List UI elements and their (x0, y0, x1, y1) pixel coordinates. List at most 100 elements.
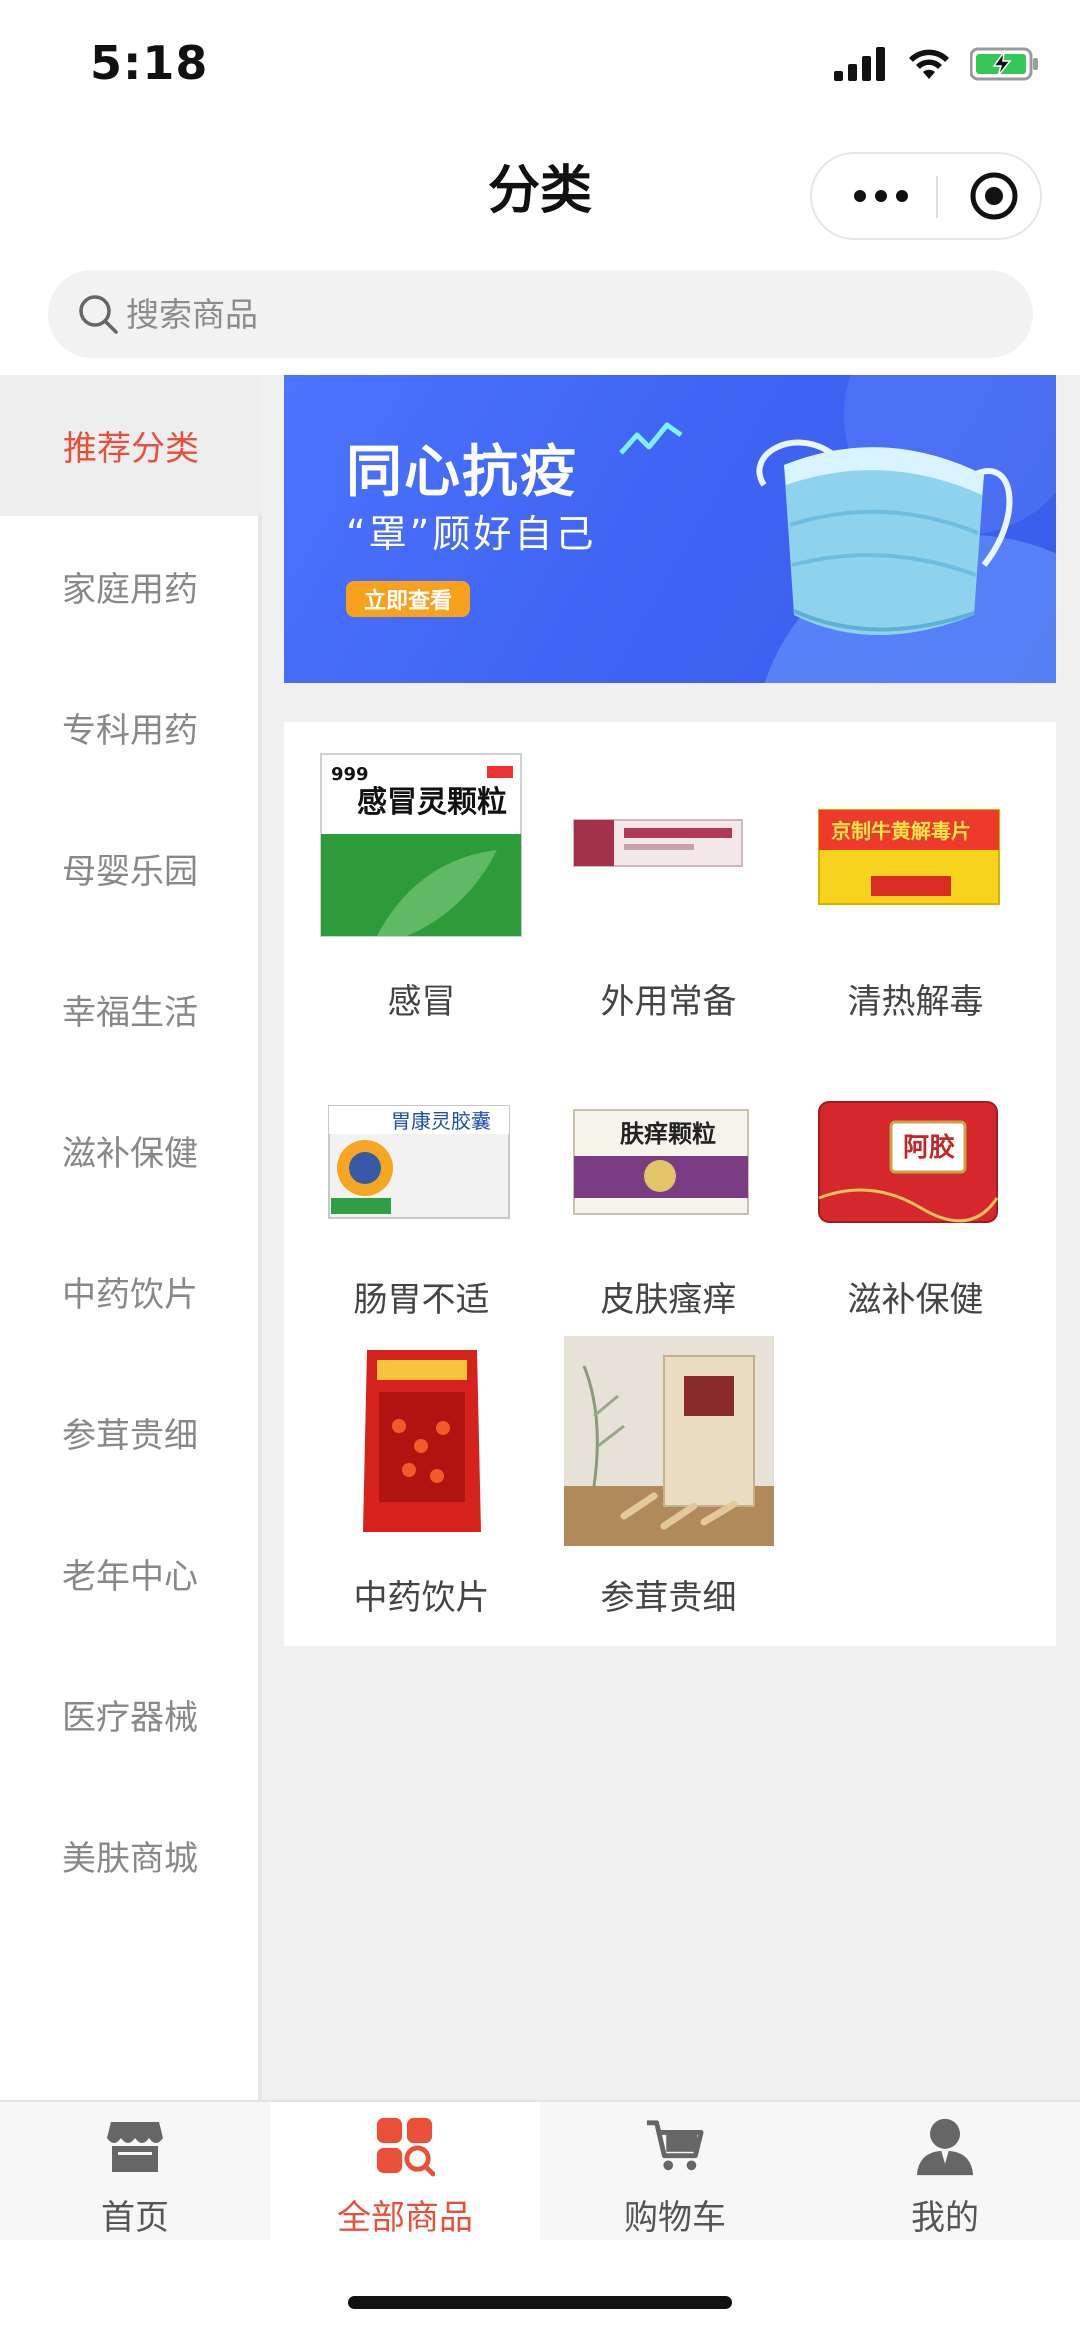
search-box[interactable] (48, 270, 1033, 358)
category-search-icon (375, 2116, 435, 2177)
product-image: 肤痒颗粒 (564, 1048, 774, 1238)
zigzag-decor-icon (619, 422, 683, 455)
box-brand: 999 (331, 764, 369, 785)
sidebar-item-label: 中药饮片 (62, 1275, 198, 1315)
category-item-heat-detox[interactable]: 京制牛黄解毒片 清热解毒 (793, 722, 1038, 1022)
product-image: 京制牛黄解毒片 (811, 750, 1021, 940)
sidebar-item-ginseng-antler[interactable]: 参茸贵细 (0, 1362, 260, 1503)
category-label: 皮肤瘙痒 (600, 1280, 737, 1320)
promo-banner[interactable]: 同心抗疫 “罩”顾好自己 立即查看 (284, 375, 1056, 683)
sidebar-item-label: 老年中心 (62, 1557, 198, 1597)
box-text: 肤痒颗粒 (620, 1120, 716, 1148)
goji-bag-icon (363, 1350, 481, 1532)
category-label: 外用常备 (600, 982, 737, 1022)
product-image: 999 感冒灵颗粒 (317, 750, 527, 940)
category-item-cold[interactable]: 999 感冒灵颗粒 感冒 (299, 722, 544, 1022)
store-icon (105, 2116, 165, 2176)
nav-bar: 分类 (0, 110, 1080, 260)
more-dot-icon (875, 190, 887, 202)
tab-label: 首页 (101, 2198, 169, 2238)
sidebar-edge (258, 515, 262, 2100)
bottom-tab-bar: 首页 全部商品 购物车 我的 (0, 2100, 1080, 2242)
tab-cart[interactable]: 购物车 (540, 2102, 810, 2242)
category-item-ginseng[interactable]: 参茸贵细 (546, 1318, 791, 1618)
box-text: 京制牛黄解毒片 (831, 819, 971, 843)
search-icon (79, 295, 118, 334)
category-sidebar: 推荐分类 家庭用药 专科用药 母婴乐园 幸福生活 滋补保健 中药饮片 参茸贵细 … (0, 375, 262, 2100)
banner-title: 同心抗疫 (346, 440, 578, 505)
more-dot-icon (896, 190, 908, 202)
banner-view-button[interactable]: 立即查看 (346, 581, 470, 617)
category-grid: 999 感冒灵颗粒 感冒 外用常备 京制牛黄解毒片 清热解毒 胃康灵胶囊 肠胃不… (284, 722, 1056, 1646)
search-section (0, 260, 1080, 375)
sidebar-item-herbal-pieces[interactable]: 中药饮片 (0, 1221, 260, 1362)
skin-granule-box-icon: 肤痒颗粒 (573, 1109, 749, 1215)
tab-label: 全部商品 (337, 2198, 473, 2238)
product-image (564, 750, 774, 940)
box-text: 阿胶 (903, 1132, 955, 1163)
category-label: 清热解毒 (847, 982, 984, 1022)
category-item-tonic[interactable]: 阿胶 滋补保健 (793, 1020, 1038, 1320)
close-mini-program-button[interactable] (952, 154, 1036, 238)
sidebar-item-label: 专科用药 (62, 711, 198, 751)
home-indicator-area (0, 2240, 1080, 2339)
sidebar-item-medical-devices[interactable]: 医疗器械 (0, 1644, 260, 1785)
sidebar-item-happy-life[interactable]: 幸福生活 (0, 939, 260, 1080)
box-text: 胃康灵胶囊 (391, 1109, 491, 1133)
sidebar-item-label: 家庭用药 (62, 570, 198, 610)
mini-program-capsule (810, 152, 1042, 240)
sidebar-item-elderly-center[interactable]: 老年中心 (0, 1503, 260, 1644)
tab-me[interactable]: 我的 (810, 2102, 1080, 2242)
face-mask-icon (756, 439, 1013, 635)
category-label: 滋补保健 (847, 1280, 984, 1320)
more-dot-icon (854, 190, 866, 202)
category-label: 参茸贵细 (600, 1578, 737, 1618)
product-image (564, 1336, 774, 1546)
search-input[interactable] (126, 294, 726, 334)
tab-all-products[interactable]: 全部商品 (270, 2102, 540, 2242)
sidebar-item-label: 美肤商城 (62, 1839, 198, 1879)
category-label: 中药饮片 (353, 1578, 490, 1618)
battery-charging-icon (970, 47, 1038, 81)
signal-icon (834, 47, 885, 81)
product-image (317, 1346, 527, 1536)
sidebar-item-beauty-mall[interactable]: 美肤商城 (0, 1785, 260, 1926)
target-icon (970, 172, 1018, 220)
category-item-stomach[interactable]: 胃康灵胶囊 肠胃不适 (299, 1020, 544, 1320)
category-item-external-use[interactable]: 外用常备 (546, 722, 791, 1022)
tab-label: 购物车 (624, 2198, 726, 2238)
more-button[interactable] (836, 154, 926, 238)
banner-subtitle: “罩”顾好自己 (346, 512, 597, 556)
product-image: 阿胶 (811, 1048, 1021, 1238)
sidebar-item-label: 滋补保健 (62, 1134, 198, 1174)
category-item-skin-itch[interactable]: 肤痒颗粒 皮肤瘙痒 (546, 1020, 791, 1320)
status-icons (834, 42, 1040, 86)
status-time: 5:18 (90, 36, 209, 90)
ointment-box-icon (573, 819, 743, 867)
tab-home[interactable]: 首页 (0, 2102, 270, 2242)
sidebar-item-label: 医疗器械 (62, 1698, 198, 1738)
detox-tablet-box-icon: 京制牛黄解毒片 (818, 809, 1000, 905)
sidebar-item-mother-baby[interactable]: 母婴乐园 (0, 798, 260, 939)
category-item-herbal-pieces[interactable]: 中药饮片 (299, 1318, 544, 1618)
capsule-divider (936, 176, 938, 218)
stomach-capsule-box-icon: 胃康灵胶囊 (328, 1105, 510, 1219)
home-indicator[interactable] (348, 2296, 732, 2309)
product-image: 胃康灵胶囊 (317, 1048, 527, 1238)
category-label: 感冒 (387, 982, 456, 1022)
wifi-icon (909, 49, 949, 79)
sidebar-item-label: 参茸贵细 (62, 1416, 198, 1456)
sidebar-item-specialty-medicine[interactable]: 专科用药 (0, 657, 260, 798)
ginseng-photo-icon (564, 1336, 774, 1546)
sidebar-item-label: 幸福生活 (62, 993, 198, 1033)
sidebar-item-label: 母婴乐园 (62, 852, 198, 892)
cart-icon (645, 2116, 705, 2176)
sidebar-item-label: 推荐分类 (63, 429, 199, 469)
box-text: 感冒灵颗粒 (357, 785, 507, 820)
sidebar-item-family-medicine[interactable]: 家庭用药 (0, 516, 260, 657)
tab-label: 我的 (911, 2198, 979, 2238)
category-label: 肠胃不适 (353, 1280, 490, 1320)
sidebar-item-health-supplements[interactable]: 滋补保健 (0, 1080, 260, 1221)
sidebar-item-recommended[interactable]: 推荐分类 (0, 375, 262, 516)
cold-medicine-box-icon: 999 感冒灵颗粒 (320, 753, 522, 937)
